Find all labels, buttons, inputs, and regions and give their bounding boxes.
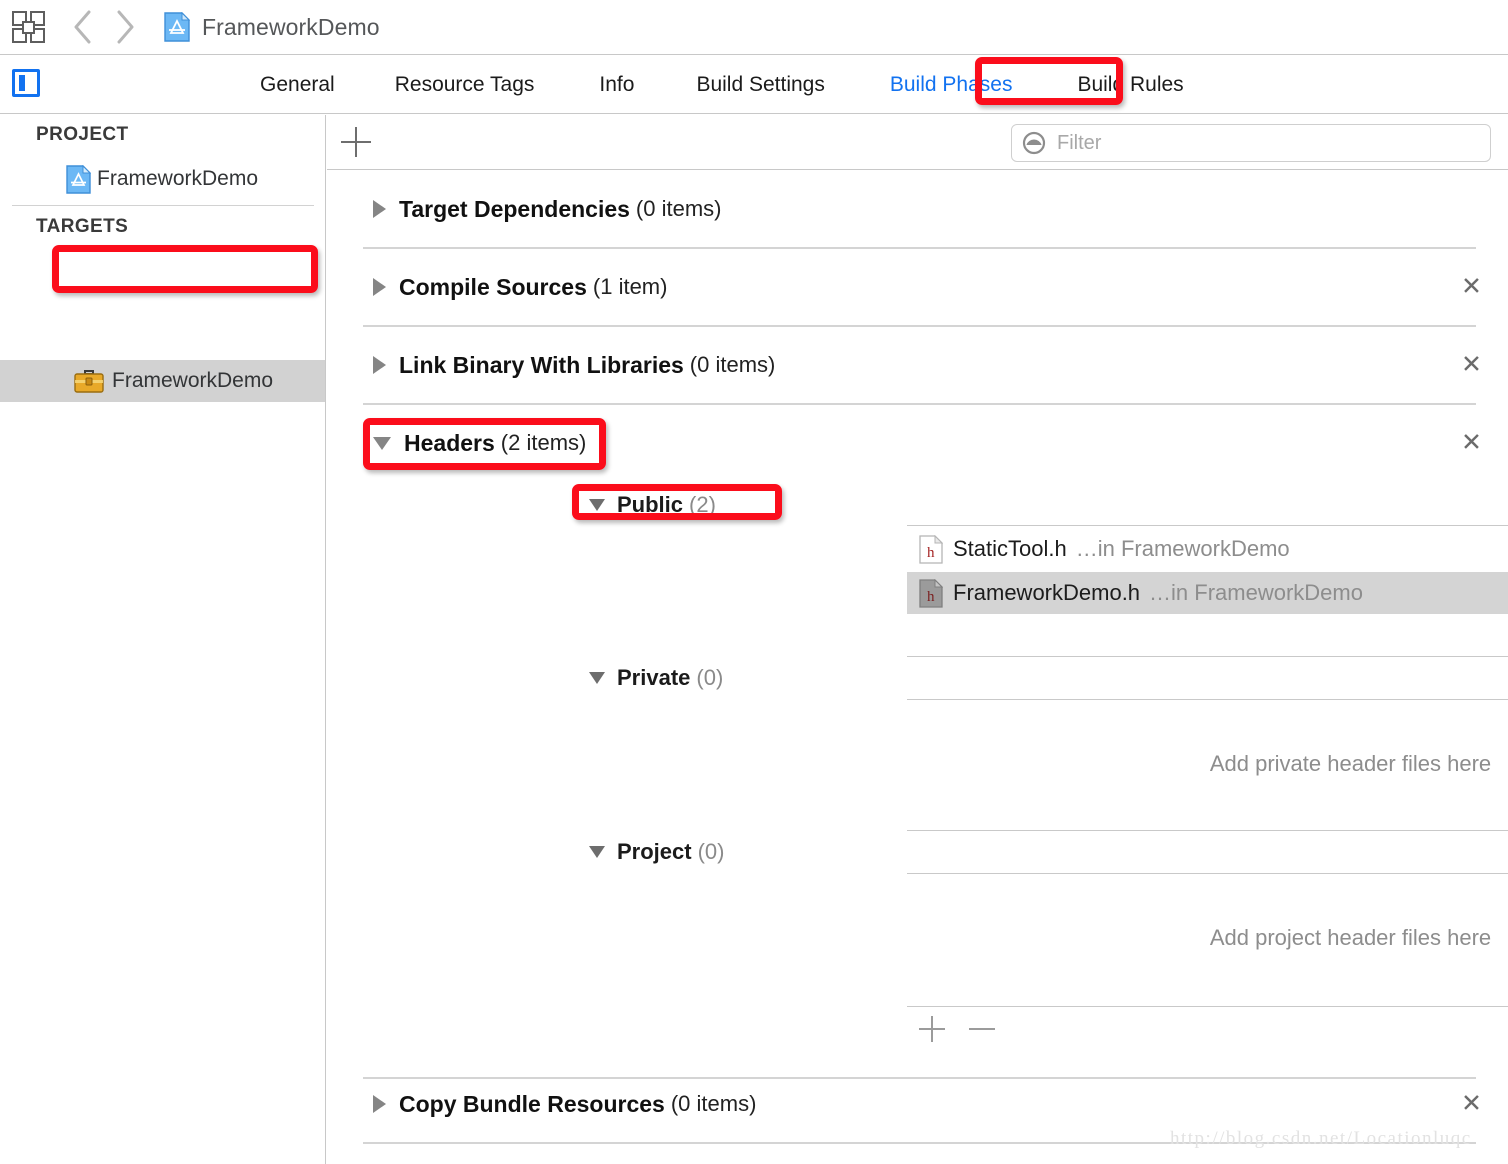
filter-field[interactable] — [1011, 124, 1491, 162]
phase-row-copy-bundle-resources[interactable]: Copy Bundle Resources (0 items) ✕ — [327, 1082, 1508, 1126]
headers-section-private[interactable]: Private (0) — [327, 660, 1508, 696]
sidebar-group-project: PROJECT — [36, 124, 129, 145]
phase-row-headers[interactable]: Headers (2 items) ✕ — [327, 421, 1508, 465]
section-divider — [907, 656, 1508, 657]
chevron-right-icon[interactable] — [373, 200, 386, 218]
phase-row-link-binary-with-libraries[interactable]: Link Binary With Libraries (0 items) ✕ — [327, 343, 1508, 387]
section-divider — [907, 1006, 1508, 1007]
top-toolbar: FrameworkDemo — [0, 0, 1508, 55]
tab-list: General Resource Tags Info Build Setting… — [230, 55, 1350, 114]
plus-icon[interactable] — [919, 1016, 945, 1042]
list-item[interactable]: h StaticTool.h …in FrameworkDemo — [907, 528, 1508, 570]
svg-text:h: h — [927, 589, 935, 605]
chevron-left-icon[interactable] — [62, 7, 104, 47]
build-phases-toolbar — [327, 115, 1508, 170]
chevron-down-icon[interactable] — [589, 672, 605, 684]
phase-title: Headers — [404, 429, 495, 456]
headers-section-count: (0) — [696, 665, 724, 690]
svg-text:h: h — [927, 545, 935, 561]
close-x-icon[interactable]: ✕ — [1461, 1091, 1482, 1117]
sidebar-toggle-bar — [19, 75, 25, 91]
tab-info[interactable]: Info — [599, 73, 634, 97]
minus-icon[interactable] — [969, 1028, 995, 1030]
xcode-project-file-icon — [66, 164, 92, 194]
file-location: …in FrameworkDemo — [1075, 536, 1290, 561]
file-name: FrameworkDemo.h — [953, 580, 1141, 605]
section-divider — [907, 830, 1508, 831]
h-header-file-icon: h — [919, 534, 944, 564]
sidebar-group-targets: TARGETS — [36, 216, 129, 237]
phase-count: (1 item) — [592, 274, 668, 299]
sidebar-item-target-frameworkdemo[interactable]: FrameworkDemo — [0, 360, 325, 402]
sidebar-item-label: FrameworkDemo — [97, 167, 259, 190]
headers-section-title: Private — [617, 665, 691, 690]
phase-title: Target Dependencies — [399, 195, 630, 222]
chevron-down-icon[interactable] — [589, 499, 605, 511]
headers-section-public[interactable]: Public (2) — [327, 487, 1508, 523]
filter-icon — [1021, 130, 1047, 156]
phase-title: Compile Sources — [399, 273, 587, 300]
chevron-right-icon[interactable] — [104, 7, 146, 47]
phase-count: (0 items) — [689, 352, 776, 377]
phase-title: Link Binary With Libraries — [399, 351, 684, 378]
file-location: …in FrameworkDemo — [1149, 580, 1363, 605]
breadcrumb-title[interactable]: FrameworkDemo — [202, 14, 380, 41]
headers-section-count: (2) — [689, 492, 716, 517]
xcode-window: FrameworkDemo General Resource Tags Info… — [0, 0, 1508, 1164]
project-navigator-sidebar: PROJECT FrameworkDemo TARGETS FrameworkD… — [0, 115, 326, 1164]
phase-divider — [363, 1077, 1476, 1079]
phase-divider — [363, 403, 1476, 405]
headers-section-title: Public — [617, 492, 684, 517]
phase-title: Copy Bundle Resources — [399, 1090, 665, 1117]
build-phases-pane: Target Dependencies (0 items) Compile So… — [327, 115, 1508, 1164]
tab-general[interactable]: General — [260, 73, 335, 97]
list-item[interactable]: h FrameworkDemo.h …in FrameworkDemo — [907, 572, 1508, 614]
toolbox-icon — [74, 369, 104, 393]
tab-resource-tags[interactable]: Resource Tags — [395, 73, 535, 97]
h-header-file-icon: h — [919, 578, 944, 608]
phase-row-compile-sources[interactable]: Compile Sources (1 item) ✕ — [327, 265, 1508, 309]
tab-build-phases[interactable]: Build Phases — [890, 73, 1013, 97]
sidebar-toggle-icon[interactable] — [12, 69, 40, 97]
phase-count: (2 items) — [500, 430, 587, 455]
section-divider — [907, 525, 1508, 526]
search-input[interactable] — [1055, 130, 1455, 156]
phase-divider — [363, 325, 1476, 327]
sidebar-item-project-frameworkdemo[interactable]: FrameworkDemo — [0, 158, 325, 200]
chevron-down-icon[interactable] — [373, 436, 391, 450]
phase-count: (0 items) — [635, 196, 722, 221]
tab-build-rules[interactable]: Build Rules — [1077, 73, 1183, 97]
phase-row-target-dependencies[interactable]: Target Dependencies (0 items) — [327, 187, 1508, 231]
chevron-right-icon[interactable] — [373, 356, 386, 374]
close-x-icon[interactable]: ✕ — [1461, 352, 1482, 378]
sidebar-item-label: FrameworkDemo — [112, 369, 274, 392]
sidebar-divider — [12, 205, 314, 206]
close-x-icon[interactable]: ✕ — [1461, 430, 1482, 456]
chevron-right-icon[interactable] — [373, 1095, 386, 1113]
empty-private-hint: Add private header files here — [1209, 751, 1492, 776]
plus-icon[interactable] — [341, 127, 371, 157]
panel-grid-icon[interactable] — [12, 11, 46, 43]
chevron-right-icon[interactable] — [373, 278, 386, 296]
headers-section-title: Project — [617, 839, 692, 864]
headers-section-project[interactable]: Project (0) — [327, 834, 1508, 870]
file-name: StaticTool.h — [953, 536, 1067, 561]
phase-divider — [363, 247, 1476, 249]
section-divider — [907, 873, 1508, 874]
close-x-icon[interactable]: ✕ — [1461, 274, 1482, 300]
empty-project-hint: Add project header files here — [1209, 925, 1492, 950]
watermark: http://blog.csdn.net/Locationluqc — [1170, 1128, 1472, 1149]
xcode-project-file-icon — [164, 11, 191, 42]
chevron-down-icon[interactable] — [589, 846, 605, 858]
tab-bar: General Resource Tags Info Build Setting… — [0, 55, 1508, 114]
add-remove-file-bar — [919, 1012, 1039, 1046]
phase-count: (0 items) — [670, 1091, 757, 1116]
tab-build-settings[interactable]: Build Settings — [696, 73, 824, 97]
headers-section-count: (0) — [697, 839, 725, 864]
section-divider — [907, 699, 1508, 700]
